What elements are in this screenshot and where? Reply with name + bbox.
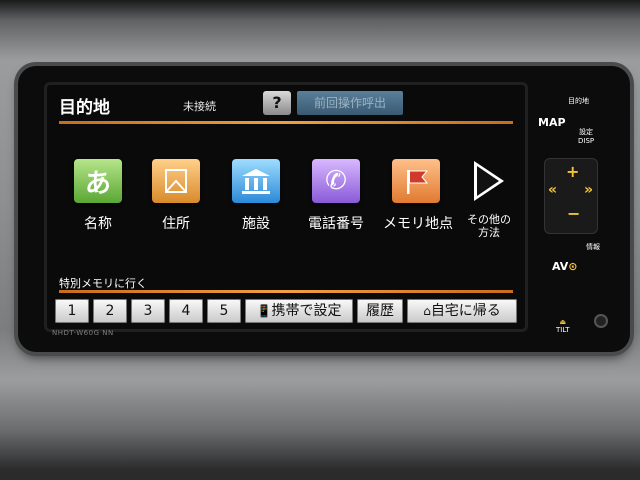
memory-5-button[interactable]: 5 (207, 299, 241, 323)
category-memory-point[interactable]: メモリ地点 (383, 159, 453, 233)
disp-key-line2: DISP (578, 137, 595, 145)
play-arrow-icon (474, 161, 504, 201)
phone-glyph: ✆ (325, 166, 347, 196)
seek-forward-hw-key[interactable]: » (584, 182, 593, 198)
history-button[interactable]: 履歴 (357, 299, 403, 323)
home-icon: ⌂ (423, 304, 431, 318)
seek-back-hw-key[interactable]: « (548, 182, 557, 198)
category-facility[interactable]: 施設 (223, 159, 289, 233)
hardware-controls: 目的地 MAP 設定 DISP + « » − 情報 AV⊙ ⏏ TILT (528, 78, 616, 338)
eject-icon: ⏏ (559, 318, 567, 326)
memory-1-button[interactable]: 1 (55, 299, 89, 323)
plus-hw-key[interactable]: + (566, 162, 579, 181)
phone-setup-label: 携帯で設定 (271, 303, 342, 319)
mobile-phone-icon: 📱 (256, 304, 272, 318)
aux-jack (594, 314, 608, 328)
minus-hw-key[interactable]: − (567, 204, 580, 223)
av-key-label: AV (552, 260, 569, 273)
phone-setup-button[interactable]: 📱携帯で設定 (245, 299, 353, 323)
recall-previous-button[interactable]: 前回操作呼出 (297, 91, 403, 115)
memory-4-button[interactable]: 4 (169, 299, 203, 323)
other-methods-label: その他の 方法 (457, 213, 521, 239)
help-button[interactable]: ? (263, 91, 291, 115)
hiragana-glyph: あ (84, 168, 111, 199)
go-home-label: 自宅に帰る (430, 303, 501, 319)
phone-icon: ✆ (312, 159, 360, 203)
destination-categories: あ 名称 住所 施設 ✆ 電話番号 メモリ地点 その他の 方法 (47, 159, 525, 259)
category-address[interactable]: 住所 (143, 159, 209, 233)
destination-hw-key[interactable]: 目的地 (568, 96, 589, 106)
category-label: 住所 (162, 216, 190, 232)
building-icon (232, 159, 280, 203)
setting-disp-hw-key[interactable]: 設定 DISP (578, 128, 594, 146)
model-number: NHDT-W60G NN (52, 329, 114, 337)
memory-2-button[interactable]: 2 (93, 299, 127, 323)
header-divider (59, 121, 513, 124)
av-hw-key[interactable]: AV⊙ (552, 260, 578, 273)
memory-divider (59, 290, 513, 293)
special-memory-label: 特別メモリに行く (59, 277, 147, 290)
connection-status: 未接続 (183, 100, 216, 113)
disp-key-line1: 設定 (579, 128, 594, 136)
category-label: メモリ地点 (383, 216, 453, 232)
map-hw-key[interactable]: MAP (538, 116, 566, 129)
other-methods-button[interactable]: その他の 方法 (457, 159, 521, 239)
info-hw-key[interactable]: 情報 (586, 242, 600, 252)
category-label: 電話番号 (308, 216, 364, 232)
category-phone[interactable]: ✆ 電話番号 (303, 159, 369, 233)
flag-icon (392, 159, 440, 203)
page-title: 目的地 (59, 98, 110, 118)
go-home-button[interactable]: ⌂自宅に帰る (407, 299, 517, 323)
tilt-hw-key[interactable]: ⏏ TILT (556, 318, 570, 334)
navigation-screen: 目的地 未接続 ? 前回操作呼出 あ 名称 住所 施設 ✆ 電話番号 メモリ地点… (44, 82, 528, 332)
tilt-label: TILT (556, 326, 570, 334)
category-label: 施設 (242, 216, 270, 232)
screen-header: 目的地 未接続 ? 前回操作呼出 (47, 85, 525, 121)
category-name[interactable]: あ 名称 (65, 159, 131, 233)
hiragana-a-icon: あ (74, 159, 122, 203)
category-label: 名称 (84, 216, 112, 232)
memory-3-button[interactable]: 3 (131, 299, 165, 323)
other-methods-line2: 方法 (478, 226, 500, 239)
address-map-icon (152, 159, 200, 203)
other-methods-line1: その他の (467, 213, 511, 226)
av-indicator-icon: ⊙ (568, 260, 578, 273)
